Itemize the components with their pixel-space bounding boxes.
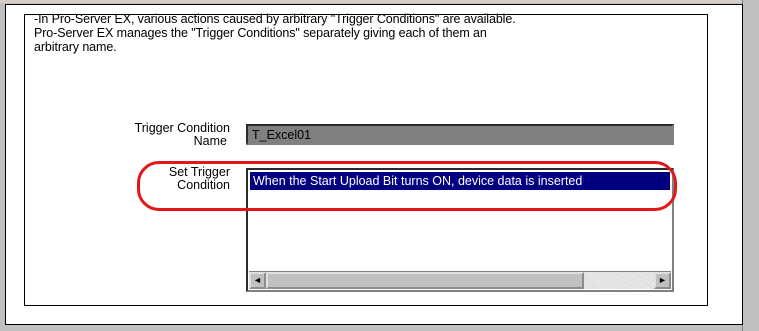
window-top-edge: [0, 0, 759, 3]
scroll-left-arrow-icon[interactable]: ◄: [249, 272, 266, 289]
scrollbar-thumb[interactable]: [266, 272, 584, 289]
highlight-annotation-ring: [137, 161, 677, 211]
description-line-3: arbitrary name.: [34, 40, 117, 54]
description-line-2: Pro-Server EX manages the "Trigger Condi…: [34, 26, 487, 40]
trigger-condition-name-label: Trigger Condition Name: [102, 122, 230, 148]
trigger-settings-panel: -In Pro-Server EX, various actions cause…: [5, 4, 743, 325]
horizontal-scrollbar[interactable]: ◄ ►: [249, 271, 671, 289]
description-line-1: -In Pro-Server EX, various actions cause…: [34, 12, 516, 26]
scroll-right-arrow-icon[interactable]: ►: [654, 272, 671, 289]
trigger-condition-name-field[interactable]: T_Excel01: [246, 124, 674, 145]
trigger-condition-name-value: T_Excel01: [252, 128, 312, 142]
description-text: -In Pro-Server EX, various actions cause…: [34, 12, 674, 54]
window-right-strip: [742, 0, 759, 331]
trigger-condition-name-label-line-2: Name: [193, 134, 227, 148]
